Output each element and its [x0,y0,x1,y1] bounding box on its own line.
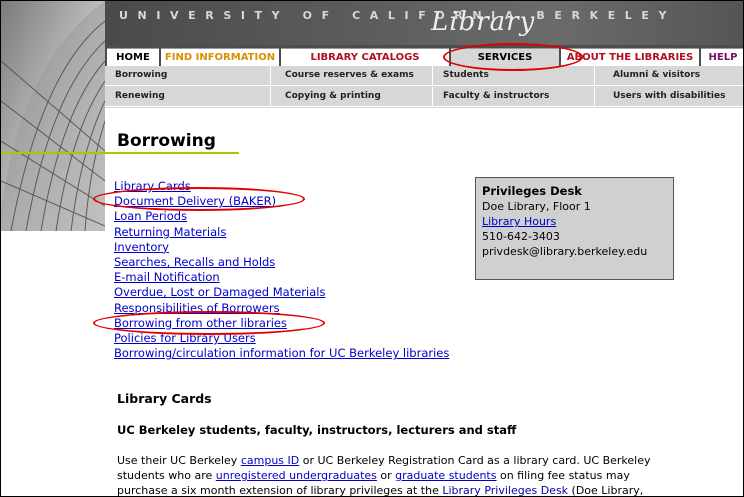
main-navigation: HOME FIND INFORMATION LIBRARY CATALOGS S… [105,45,743,66]
para-text: students who are [117,469,216,482]
subnav-course-reserves[interactable]: Course reserves & exams [271,66,433,85]
desk-location: Doe Library, Floor 1 [482,200,591,213]
link-campus-id[interactable]: campus ID [241,454,299,467]
link-privileges-desk[interactable]: Library Privileges Desk [442,484,568,496]
privileges-desk-box: Privileges Desk Doe Library, Floor 1 Lib… [475,177,674,280]
link-library-cards[interactable]: Library Cards [114,179,449,194]
page-title: Borrowing [117,131,216,151]
link-borrowing-other-libraries[interactable]: Borrowing from other libraries [114,316,449,331]
borrowing-links: Library Cards Document Delivery (BAKER) … [114,179,449,361]
subnav-students[interactable]: Students [433,66,595,85]
desk-phone: 510-642-3403 [482,230,560,243]
browser-page: UNIVERSITY OF CALIFORNIA BERKELEY Librar… [0,0,744,497]
subnav-alumni-visitors[interactable]: Alumni & visitors [595,66,743,85]
tab-services[interactable]: SERVICES [451,48,559,66]
para-text: or [376,469,396,482]
desk-title: Privileges Desk [482,184,582,198]
para-text: or UC Berkeley Registration Card as a li… [299,454,651,467]
subnav-renewing[interactable]: Renewing [105,87,271,106]
section-paragraph: Use their UC Berkeley campus ID or UC Be… [117,453,737,497]
subnav-row: Borrowing Course reserves & exams Studen… [105,66,743,86]
site-banner: UNIVERSITY OF CALIFORNIA BERKELEY Librar… [105,1,743,45]
para-text: Use their UC Berkeley [117,454,241,467]
subnav-borrowing[interactable]: Borrowing [105,66,271,85]
tab-help[interactable]: HELP [701,48,743,66]
library-logo[interactable]: Library [431,7,535,37]
subnav-copying-printing[interactable]: Copying & printing [271,87,433,106]
services-subnav: Borrowing Course reserves & exams Studen… [105,66,743,108]
link-returning-materials[interactable]: Returning Materials [114,225,449,240]
subnav-faculty-instructors[interactable]: Faculty & instructors [433,87,595,106]
link-responsibilities[interactable]: Responsibilities of Borrowers [114,301,449,316]
link-circulation-info[interactable]: Borrowing/circulation information for UC… [114,346,449,361]
link-unregistered-undergraduates[interactable]: unregistered undergraduates [216,469,377,482]
link-searches-recalls-holds[interactable]: Searches, Recalls and Holds [114,255,449,270]
tab-about-the-libraries[interactable]: ABOUT THE LIBRARIES [561,48,699,66]
university-name: UNIVERSITY OF CALIFORNIA BERKELEY [119,9,677,22]
link-email-notification[interactable]: E-mail Notification [114,270,449,285]
para-text: (Doe Library, [568,484,644,497]
tab-find-information[interactable]: FIND INFORMATION [161,48,279,66]
link-library-hours[interactable]: Library Hours [482,215,556,228]
subnav-users-disabilities[interactable]: Users with disabilities [595,87,743,106]
para-text: on filing fee status may [496,469,630,482]
link-graduate-students[interactable]: graduate students [395,469,496,482]
tab-library-catalogs[interactable]: LIBRARY CATALOGS [281,48,449,66]
subnav-row: Renewing Copying & printing Faculty & in… [105,87,743,107]
link-overdue-lost-damaged[interactable]: Overdue, Lost or Damaged Materials [114,285,449,300]
link-policies[interactable]: Policies for Library Users [114,331,449,346]
link-document-delivery[interactable]: Document Delivery (BAKER) [114,194,449,209]
title-underline [95,152,239,154]
para-text: purchase a six month extension of librar… [117,484,443,497]
link-inventory[interactable]: Inventory [114,240,449,255]
section-subheading: UC Berkeley students, faculty, instructo… [117,423,517,437]
link-loan-periods[interactable]: Loan Periods [114,209,449,224]
section-heading: Library Cards [117,391,212,406]
desk-email: privdesk@library.berkeley.edu [482,245,648,258]
header-photo [1,1,105,496]
tab-home[interactable]: HOME [107,48,159,66]
